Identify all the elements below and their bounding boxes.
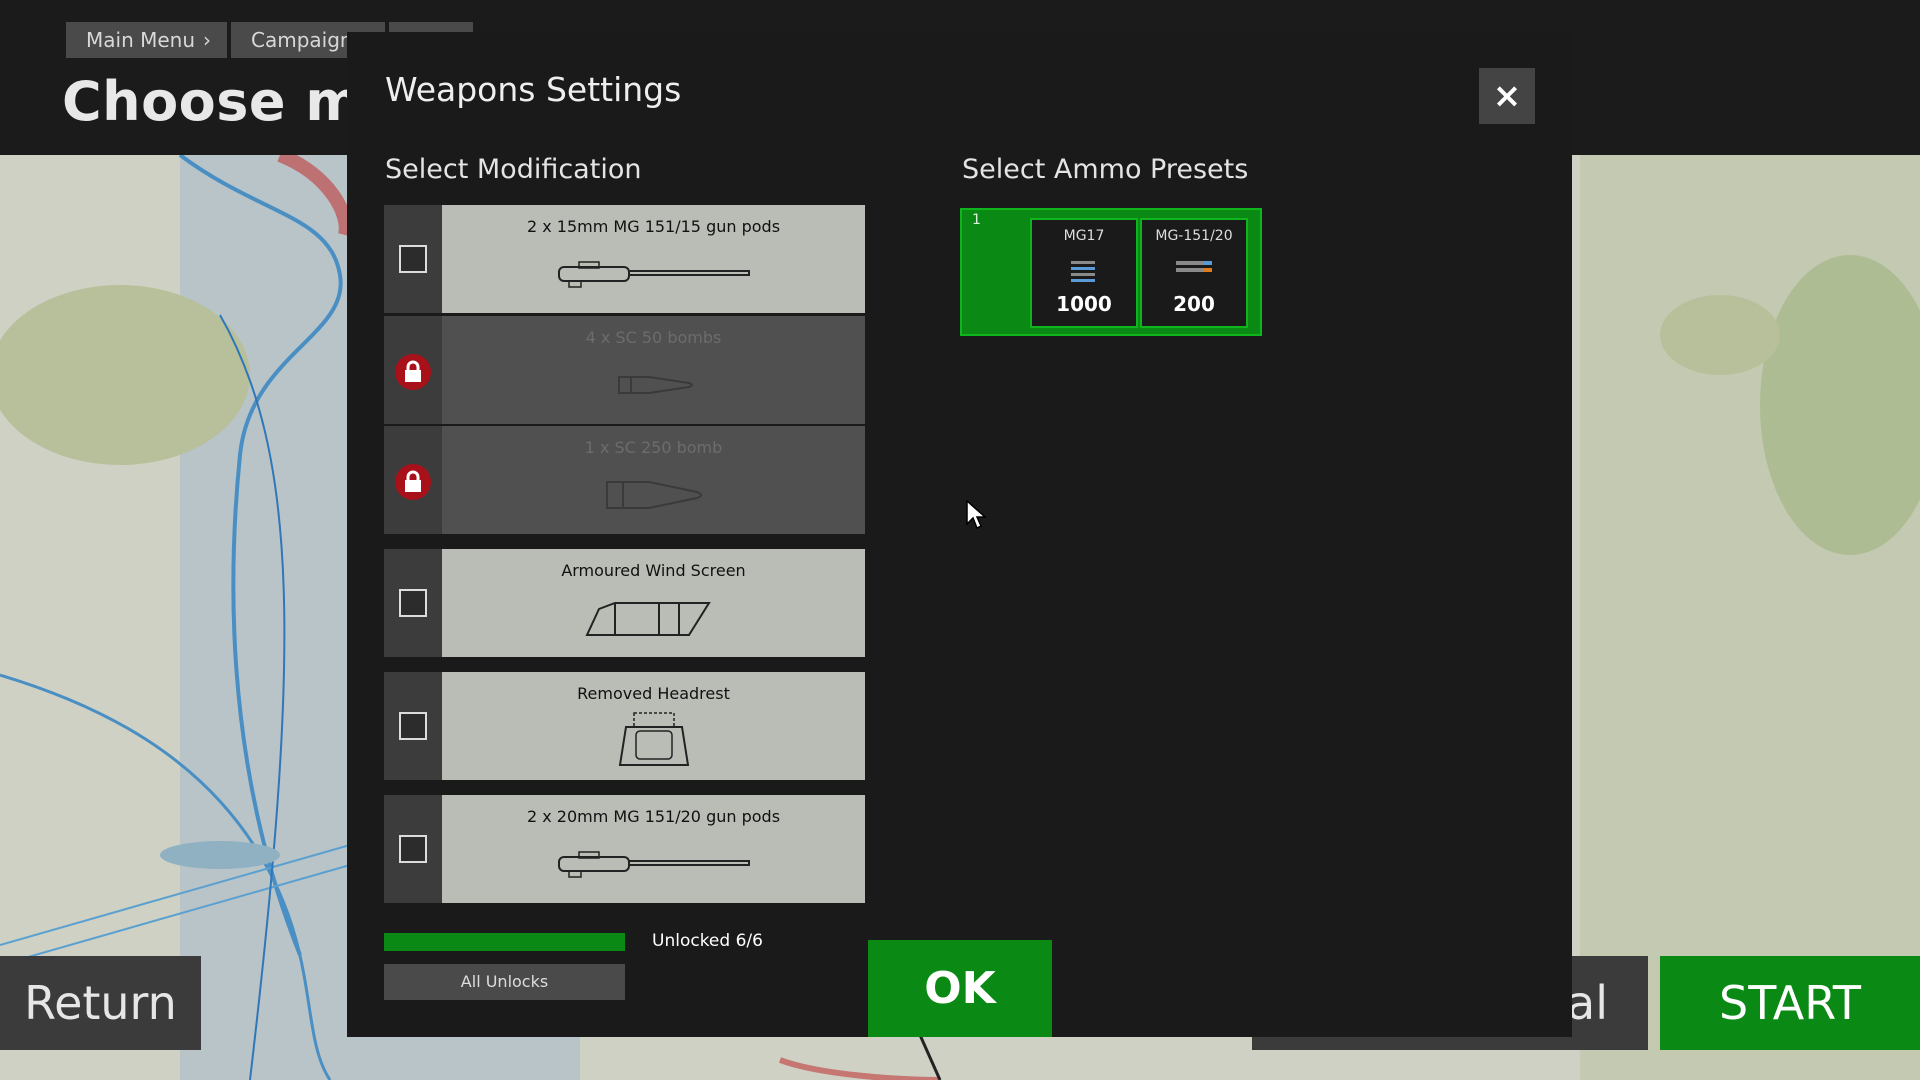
modification-checkbox-cell[interactable] — [384, 205, 442, 313]
preset-number: 1 — [972, 212, 981, 228]
ammo-count: 1000 — [1056, 292, 1112, 316]
unlock-progress-bar — [384, 933, 625, 951]
modification-label: 2 x 20mm MG 151/20 gun pods — [526, 807, 781, 826]
ammo-count: 200 — [1173, 292, 1215, 316]
modification-row-headrest[interactable]: Removed Headrest — [384, 672, 865, 780]
modification-card[interactable]: 2 x 15mm MG 151/15 gun pods — [442, 205, 865, 313]
modification-label: Removed Headrest — [577, 684, 730, 703]
ammo-belt-icon — [1032, 260, 1136, 284]
modification-checkbox-cell — [384, 426, 442, 534]
checkbox[interactable] — [399, 835, 427, 863]
ammo-name: MG17 — [1063, 228, 1105, 244]
modification-label: Armoured Wind Screen — [561, 561, 746, 580]
modification-checkbox-cell[interactable] — [384, 795, 442, 903]
lock-icon — [395, 464, 431, 500]
return-button[interactable]: Return — [0, 956, 201, 1050]
breadcrumb-label: Main Menu — [86, 28, 196, 52]
windscreen-icon — [442, 593, 865, 643]
chevron-right-icon: › — [203, 28, 212, 52]
breadcrumb-main-menu[interactable]: Main Menu › — [66, 22, 228, 58]
dialog-title: Weapons Settings — [385, 70, 682, 109]
modification-card[interactable]: 2 x 20mm MG 151/20 gun pods — [442, 795, 865, 903]
modification-checkbox-cell[interactable] — [384, 672, 442, 780]
ammo-name: MG-151/20 — [1155, 228, 1233, 244]
checkbox[interactable] — [399, 589, 427, 617]
modification-label: 2 x 15mm MG 151/15 gun pods — [526, 217, 781, 236]
checkbox[interactable] — [399, 245, 427, 273]
breadcrumb-label: Campaign — [251, 28, 353, 52]
ammo-section-title: Select Ammo Presets — [962, 154, 1249, 185]
ammo-slot-mg151-20[interactable]: MG-151/20 200 — [1140, 218, 1248, 328]
bomb-icon — [442, 470, 865, 520]
modification-label: 1 x SC 250 bomb — [584, 438, 723, 457]
modification-row-windscreen[interactable]: Armoured Wind Screen — [384, 549, 865, 657]
modification-checkbox-cell[interactable] — [384, 549, 442, 657]
modification-section-title: Select Modification — [385, 154, 642, 185]
ammo-preset-1[interactable]: 1 MG17 1000 MG-151/20 200 — [960, 208, 1262, 336]
close-button[interactable]: × — [1479, 68, 1535, 124]
headrest-icon — [442, 712, 865, 766]
modification-card: 4 x SC 50 bombs — [442, 316, 865, 424]
gun-pod-icon — [442, 839, 865, 889]
weapons-settings-dialog: Weapons Settings × Select Modification S… — [347, 32, 1572, 1037]
ammo-belt-icon — [1142, 260, 1246, 274]
gun-pod-icon — [442, 249, 865, 299]
modification-row-mg151-15[interactable]: 2 x 15mm MG 151/15 gun pods — [384, 205, 865, 313]
modification-row-sc50[interactable]: 4 x SC 50 bombs — [384, 316, 865, 424]
modification-card: 1 x SC 250 bomb — [442, 426, 865, 534]
ok-button[interactable]: OK — [868, 940, 1052, 1037]
close-icon: × — [1492, 76, 1522, 116]
all-unlocks-button[interactable]: All Unlocks — [384, 964, 625, 1000]
start-button[interactable]: START — [1660, 956, 1920, 1050]
unlock-progress-fill — [384, 933, 625, 951]
modification-row-mg151-20[interactable]: 2 x 20mm MG 151/20 gun pods — [384, 795, 865, 903]
bomb-icon — [442, 360, 865, 410]
modification-card[interactable]: Removed Headrest — [442, 672, 865, 780]
modification-card[interactable]: Armoured Wind Screen — [442, 549, 865, 657]
modification-label: 4 x SC 50 bombs — [585, 328, 722, 347]
checkbox[interactable] — [399, 712, 427, 740]
mouse-cursor-icon — [966, 499, 987, 534]
modification-checkbox-cell — [384, 316, 442, 424]
ammo-slot-mg17[interactable]: MG17 1000 — [1030, 218, 1138, 328]
modification-row-sc250[interactable]: 1 x SC 250 bomb — [384, 426, 865, 534]
lock-icon — [395, 354, 431, 390]
unlock-status: Unlocked 6/6 — [652, 931, 763, 951]
